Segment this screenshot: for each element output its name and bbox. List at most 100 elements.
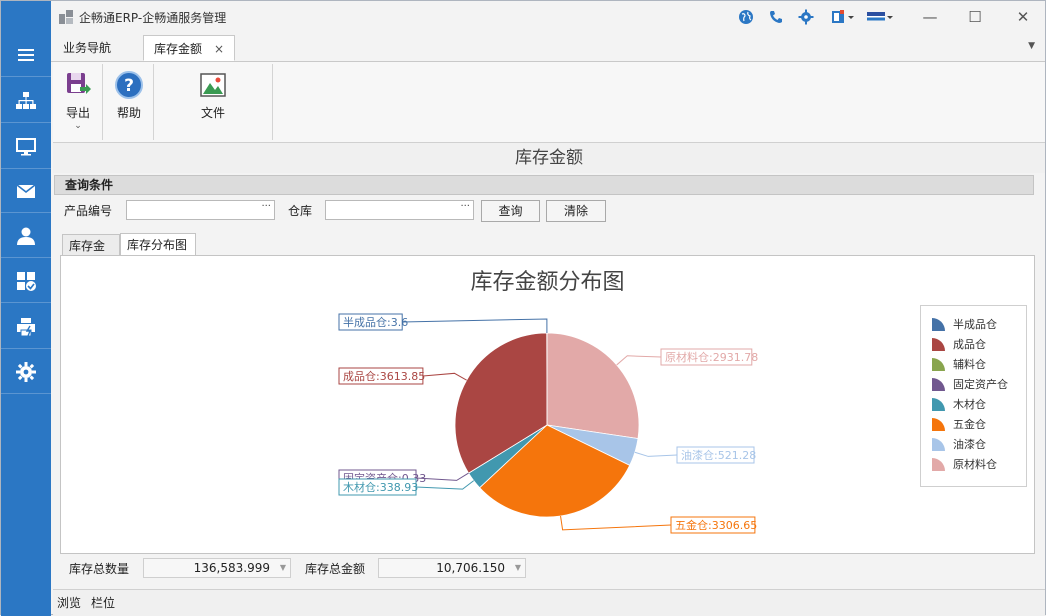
page-title: 库存金额 [53, 143, 1045, 173]
mail-icon[interactable] [1, 169, 51, 213]
legend-item-2[interactable]: 辅料仓 [931, 354, 986, 374]
title-bar: 企畅通ERP-企畅通服务管理 — ☐ ✕ [51, 1, 1045, 33]
tab-list-dropdown-icon[interactable]: ▼ [1028, 41, 1035, 51]
document-tabs: 业务导航 库存金额 × ▼ [51, 35, 1045, 62]
legend-label: 油漆仓 [953, 436, 986, 452]
help-label: 帮助 [117, 104, 141, 121]
status-column[interactable]: 栏位 [91, 594, 115, 611]
legend-label: 半成品仓 [953, 316, 997, 332]
printer-icon[interactable] [1, 305, 51, 349]
menu-icon[interactable] [1, 33, 51, 77]
tab-business-nav[interactable]: 业务导航 [53, 35, 121, 61]
legend-swatch-icon [931, 357, 947, 371]
tab-label: 库存金额 [154, 42, 202, 56]
org-chart-icon[interactable] [1, 79, 51, 123]
tab-inventory-amount[interactable]: 库存金额 × [143, 35, 235, 61]
settings-gear-icon[interactable] [1, 350, 51, 394]
legend-label: 成品仓 [953, 336, 986, 352]
svg-text:?: ? [124, 76, 134, 96]
file-button[interactable]: 文件 [195, 62, 231, 142]
product-code-label: 产品编号 [64, 202, 112, 219]
legend-label: 固定资产仓 [953, 376, 1008, 392]
monitor-icon[interactable] [1, 125, 51, 169]
export-dropdown-icon[interactable]: ⌄ [74, 121, 82, 131]
language-flag-icon[interactable] [866, 8, 894, 26]
clear-button[interactable]: 清除 [546, 200, 606, 222]
minimize-button[interactable]: — [919, 7, 941, 27]
total-amount-value: 10,706.150 [436, 561, 505, 575]
export-button[interactable]: 导出 ⌄ [61, 62, 95, 142]
legend-item-7[interactable]: 原材料仓 [931, 454, 997, 474]
pie-data-label-4: 木材仓:338.93 [343, 480, 418, 494]
pie-data-label-6: 油漆仓:521.28 [681, 448, 756, 462]
legend-swatch-icon [931, 397, 947, 411]
pie-chart: 半成品仓:3.6成品仓:3613.85固定资产仓:0.33木材仓:338.93五… [61, 256, 1034, 553]
legend-item-1[interactable]: 成品仓 [931, 334, 986, 354]
legend-label: 原材料仓 [953, 456, 997, 472]
pie-slice-7[interactable] [547, 333, 639, 439]
legend-swatch-icon [931, 337, 947, 351]
legend-swatch-icon [931, 437, 947, 451]
export-save-icon [63, 70, 93, 100]
pie-data-label-7: 原材料仓:2931.78 [665, 350, 758, 364]
status-bar: 浏览 栏位 [53, 589, 1045, 616]
pie-label-connector-1 [423, 373, 467, 380]
query-conditions-header: 查询条件 [54, 175, 1034, 195]
pie-data-label-5: 五金仓:3306.65 [675, 518, 757, 532]
skin-switch-icon[interactable] [830, 8, 856, 26]
globe-icon[interactable] [737, 8, 755, 26]
tab-close-icon[interactable]: × [214, 42, 224, 56]
pie-data-label-0: 半成品仓:3.6 [343, 315, 408, 329]
pie-label-connector-7 [617, 356, 661, 365]
product-code-input[interactable]: ··· [126, 200, 275, 220]
pie-label-connector-5 [561, 516, 671, 530]
legend-swatch-icon [931, 417, 947, 431]
legend-item-6[interactable]: 油漆仓 [931, 434, 986, 454]
tab-inventory-distribution-chart[interactable]: 库存分布图 [120, 233, 196, 256]
ribbon-separator [153, 64, 154, 140]
legend-swatch-icon [931, 457, 947, 471]
legend-item-5[interactable]: 五金仓 [931, 414, 986, 434]
chart-legend: 半成品仓成品仓辅料仓固定资产仓木材仓五金仓油漆仓原材料仓 [920, 305, 1027, 487]
dashboard-check-icon[interactable] [1, 259, 51, 303]
file-label: 文件 [201, 104, 225, 121]
total-qty-field: 136,583.999 ▼ [143, 558, 291, 578]
total-amount-label: 库存总金额 [305, 560, 365, 577]
pie-label-connector-0 [402, 319, 547, 333]
maximize-button[interactable]: ☐ [964, 7, 986, 27]
legend-label: 木材仓 [953, 396, 986, 412]
export-label: 导出 [66, 104, 90, 121]
ribbon-separator [102, 64, 103, 140]
search-button[interactable]: 查询 [481, 200, 540, 222]
pie-data-label-1: 成品仓:3613.85 [343, 369, 425, 383]
legend-item-3[interactable]: 固定资产仓 [931, 374, 1008, 394]
legend-item-4[interactable]: 木材仓 [931, 394, 986, 414]
user-icon[interactable] [1, 214, 51, 258]
settings-icon[interactable] [797, 8, 815, 26]
help-button[interactable]: ? 帮助 [111, 62, 147, 142]
warehouse-label: 仓库 [288, 202, 312, 219]
query-conditions-row: 产品编号 ··· 仓库 ··· 查询 清除 [54, 195, 1034, 225]
total-amount-dropdown-icon: ▼ [515, 559, 521, 577]
legend-label: 五金仓 [953, 416, 986, 432]
image-file-icon [198, 70, 228, 100]
legend-label: 辅料仓 [953, 356, 986, 372]
pie-label-connector-6 [635, 452, 677, 456]
warehouse-input[interactable]: ··· [325, 200, 474, 220]
warehouse-ellipsis-button[interactable]: ··· [460, 201, 470, 212]
sidebar [1, 1, 51, 616]
status-browse[interactable]: 浏览 [57, 594, 81, 611]
app-logo-icon [59, 10, 73, 24]
product-code-ellipsis-button[interactable]: ··· [261, 201, 271, 212]
close-window-button[interactable]: ✕ [1012, 7, 1034, 27]
app-window: 企畅通ERP-企畅通服务管理 — ☐ ✕ 业务导航 库存金额 × ▼ [0, 0, 1046, 615]
total-qty-label: 库存总数量 [69, 560, 129, 577]
phone-icon[interactable] [767, 8, 785, 26]
window-title: 企畅通ERP-企畅通服务管理 [79, 9, 226, 26]
legend-item-0[interactable]: 半成品仓 [931, 314, 997, 334]
legend-swatch-icon [931, 317, 947, 331]
tab-inventory-amount-grid[interactable]: 库存金额 [62, 234, 120, 256]
ribbon-toolbar: 导出 ⌄ ? 帮助 文件 [53, 62, 1045, 143]
legend-swatch-icon [931, 377, 947, 391]
total-amount-field: 10,706.150 ▼ [378, 558, 526, 578]
